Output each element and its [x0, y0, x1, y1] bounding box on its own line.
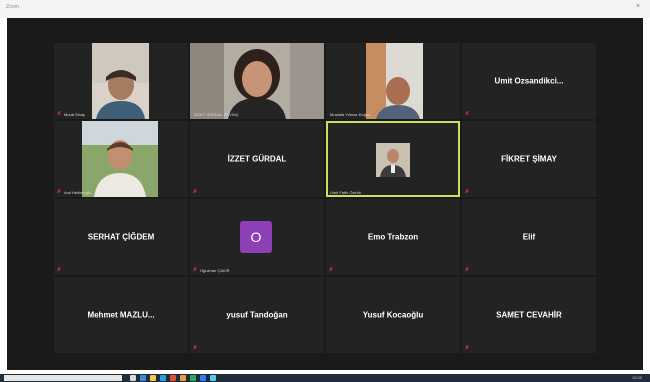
zoom-icon[interactable] — [200, 375, 206, 381]
participant-video — [92, 43, 149, 119]
participant-tile[interactable]: Mustafa Yılmaz Doğan — [326, 43, 460, 119]
participant-video — [82, 121, 158, 197]
participant-tile[interactable]: İZZET GÜRDAL SEVİNÇ — [190, 43, 324, 119]
participant-name-label: İZZET GÜRDAL SEVİNÇ — [194, 112, 239, 117]
app-icon[interactable] — [210, 375, 216, 381]
participant-tile[interactable]: ✗ Anıl Hekimoğlu — [54, 121, 188, 197]
microphone-muted-icon: ✗ — [465, 267, 470, 273]
edge-icon[interactable] — [140, 375, 146, 381]
participant-name: FİKRET ŞİMAY — [501, 154, 557, 164]
app-icon[interactable] — [180, 375, 186, 381]
participant-tile[interactable]: Umit Ozsandikci... ✗ — [462, 43, 596, 119]
microphone-muted-icon: ✗ — [57, 189, 62, 195]
microphone-muted-icon: ✗ — [57, 111, 62, 117]
microphone-muted-icon: ✗ — [193, 267, 198, 273]
participant-name-label: Anıl Hekimoğlu — [64, 190, 91, 195]
microphone-muted-icon: ✗ — [465, 189, 470, 195]
participant-video — [376, 143, 410, 177]
participant-tile-active-speaker[interactable]: Ümit Fatih Öztürk — [326, 121, 460, 197]
participant-tile[interactable]: Mehmet MAZLU... — [54, 277, 188, 353]
microphone-muted-icon: ✗ — [329, 267, 334, 273]
participant-name: SERHAT ÇİĞDEM — [87, 232, 155, 242]
participant-tile[interactable]: ✗ Murat Ertaş — [54, 43, 188, 119]
participant-video — [190, 43, 324, 119]
participant-tile[interactable]: yusuf Tandoğan ✗ — [190, 277, 324, 353]
participant-name: Elif — [522, 232, 536, 242]
microphone-muted-icon: ✗ — [57, 267, 62, 273]
mail-icon[interactable] — [170, 375, 176, 381]
participant-name: Mehmet MAZLU... — [87, 310, 155, 320]
participant-name: Yusuf Kocaoğlu — [362, 310, 424, 320]
store-icon[interactable] — [160, 375, 166, 381]
participant-name: yusuf Tandoğan — [226, 310, 288, 320]
taskbar-clock[interactable]: 12:00 — [632, 375, 642, 380]
participant-tile[interactable]: Elif ✗ — [462, 199, 596, 275]
participant-tile[interactable]: O ✗ Oğuzhan ÇAKIR — [190, 199, 324, 275]
taskbar-search-box[interactable] — [4, 375, 122, 381]
participant-name-label: Murat Ertaş — [64, 112, 85, 117]
taskbar: 12:00 — [0, 374, 650, 382]
participant-name: SAMET CEVAHİR — [496, 310, 562, 320]
participant-tile[interactable]: SAMET CEVAHİR ✗ — [462, 277, 596, 353]
participant-tile[interactable]: Yusuf Kocaoğlu — [326, 277, 460, 353]
participant-tile[interactable]: İZZET GÜRDAL ✗ — [190, 121, 324, 197]
participant-name-label: Mustafa Yılmaz Doğan — [330, 112, 371, 117]
participant-avatar: O — [240, 221, 272, 253]
participant-name-label: Oğuzhan ÇAKIR — [200, 268, 230, 273]
participant-name: Umit Ozsandikci... — [494, 76, 564, 86]
microphone-muted-icon: ✗ — [465, 111, 470, 117]
participant-name: İZZET GÜRDAL — [227, 154, 287, 164]
close-button[interactable]: × — [636, 3, 640, 10]
task-view-icon[interactable] — [130, 375, 136, 381]
participant-tile[interactable]: Emo Trabzon ✗ — [326, 199, 460, 275]
participant-tile[interactable]: FİKRET ŞİMAY ✗ — [462, 121, 596, 197]
title-bar: Zoom × — [0, 0, 650, 18]
microphone-muted-icon: ✗ — [193, 189, 198, 195]
participant-video — [366, 43, 423, 119]
microphone-muted-icon: ✗ — [193, 345, 198, 351]
excel-icon[interactable] — [190, 375, 196, 381]
file-explorer-icon[interactable] — [150, 375, 156, 381]
app-title: Zoom — [6, 4, 19, 10]
microphone-muted-icon: ✗ — [465, 345, 470, 351]
participant-tile[interactable]: SERHAT ÇİĞDEM ✗ — [54, 199, 188, 275]
participant-name-label: Ümit Fatih Öztürk — [330, 190, 362, 195]
gallery-view: ✗ Murat Ertaş İZZET GÜRDAL SEVİNÇ Mustaf… — [7, 18, 643, 370]
participant-name: Emo Trabzon — [367, 232, 419, 242]
